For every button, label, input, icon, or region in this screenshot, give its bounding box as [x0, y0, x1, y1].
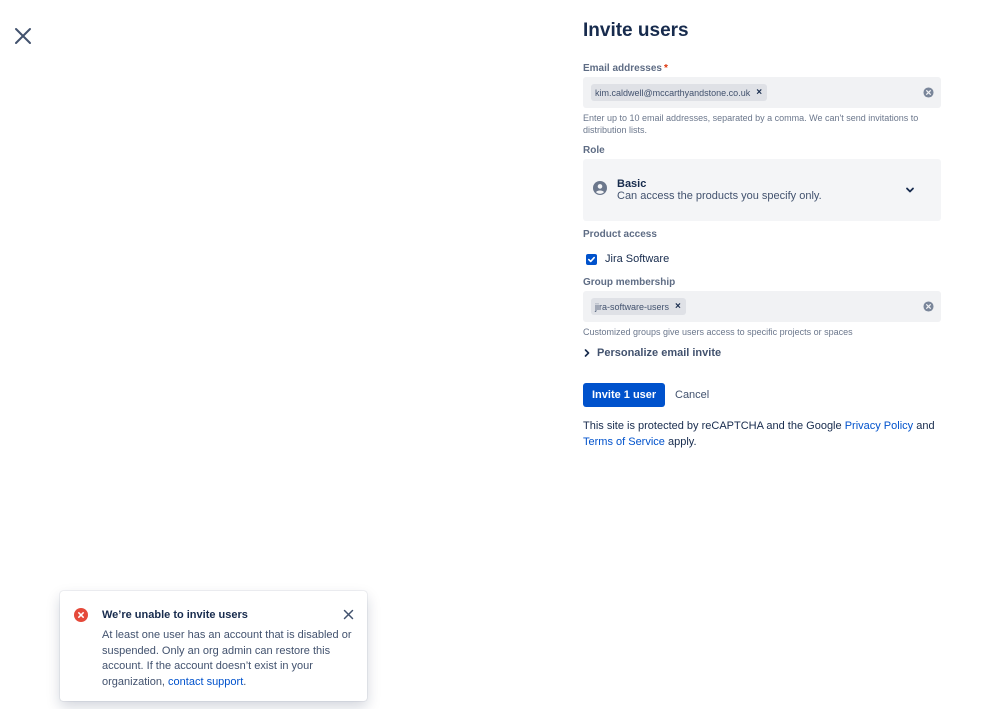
product-name: Jira Software — [605, 253, 670, 265]
error-flag-title: We’re unable to invite users — [102, 609, 248, 621]
error-icon — [74, 608, 88, 622]
clear-input-icon[interactable] — [923, 301, 934, 312]
product-checkbox-jira-software[interactable]: Jira Software — [586, 253, 669, 265]
email-addresses-label: Email addresses * — [583, 63, 668, 74]
email-tag-label: kim.caldwell@mccarthyandstone.co.uk — [595, 87, 751, 98]
personalize-email-label: Personalize email invite — [597, 347, 722, 359]
error-flag-body: At least one user has an account that is… — [102, 629, 352, 688]
role-selected-name: Basic — [617, 178, 647, 190]
role-label: Role — [583, 145, 605, 156]
close-icon[interactable] — [343, 609, 354, 620]
email-helper-text: Enter up to 10 email addresses, separate… — [583, 113, 919, 135]
error-flag: We’re unable to invite users At least on… — [60, 591, 367, 701]
chevron-right-icon — [584, 349, 590, 357]
invite-user-button[interactable]: Invite 1 user — [583, 383, 666, 407]
personalize-email-toggle[interactable]: Personalize email invite — [583, 347, 721, 359]
user-avatar-icon — [593, 181, 607, 195]
close-icon[interactable] — [10, 23, 36, 49]
checkbox-checked-icon[interactable] — [586, 253, 597, 265]
group-membership-label: Group membership — [583, 277, 676, 288]
email-tag: kim.caldwell@mccarthyandstone.co.uk × — [591, 84, 768, 101]
group-tag: jira-software-users × — [591, 298, 686, 315]
product-access-label: Product access — [583, 229, 657, 240]
clear-input-icon[interactable] — [923, 87, 934, 98]
group-helper-text: Customized groups give users access to s… — [583, 327, 853, 337]
invite-users-page: Invite users Email addresses * kim.caldwe… — [0, 0, 999, 709]
email-addresses-input[interactable]: kim.caldwell@mccarthyandstone.co.uk × — [583, 77, 941, 108]
role-select[interactable]: Basic Can access the products you specif… — [583, 159, 941, 221]
terms-of-service-link[interactable]: Terms of Service — [583, 436, 665, 448]
invite-users-panel: Invite users Email addresses * kim.caldwe… — [583, 20, 941, 448]
remove-tag-icon[interactable]: × — [675, 301, 681, 312]
cancel-button[interactable]: Cancel — [669, 383, 715, 407]
required-mark: * — [663, 63, 668, 74]
chevron-down-icon — [906, 187, 914, 193]
recaptcha-notice: This site is protected by reCAPTCHA and … — [583, 420, 935, 448]
privacy-policy-link[interactable]: Privacy Policy — [845, 420, 913, 432]
remove-tag-icon[interactable]: × — [756, 87, 762, 98]
contact-support-link[interactable]: contact support — [168, 676, 243, 688]
page-title: Invite users — [583, 20, 689, 41]
role-selected-description: Can access the products you specify only… — [617, 190, 822, 202]
group-membership-input[interactable]: jira-software-users × — [583, 291, 941, 322]
group-tag-label: jira-software-users — [595, 301, 670, 312]
